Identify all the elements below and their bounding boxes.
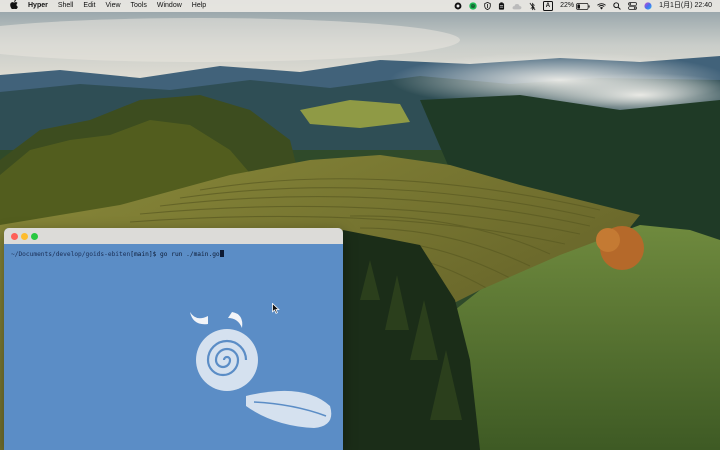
menu-shell[interactable]: Shell [58,0,74,12]
battery-percent: 22% [560,2,575,9]
menu-window[interactable]: Window [157,0,182,12]
terminal-window[interactable]: ~/Documents/develop/goids-ebiten[main]$ … [4,228,343,450]
snail-antenna-right [228,312,243,328]
zoom-window-button[interactable] [31,233,38,240]
siri-icon[interactable] [644,0,652,12]
battery-icon[interactable] [576,0,590,12]
wifi-icon[interactable] [597,0,606,12]
clock-date-time[interactable]: 1月1日(月) 22:40 [659,0,712,12]
menu-bar: Hyper Shell Edit View Tools Window Help … [0,0,720,12]
minimize-window-button[interactable] [21,233,28,240]
snail-mascot [190,312,332,428]
apple-icon[interactable] [10,0,18,13]
close-window-button[interactable] [11,233,18,240]
menu-app-name[interactable]: Hyper [28,0,48,12]
menu-help[interactable]: Help [192,0,206,12]
record-icon[interactable] [454,0,462,12]
window-titlebar[interactable] [4,228,343,244]
shield-icon[interactable] [484,0,491,12]
input-source-icon[interactable]: A [542,1,554,11]
cloud-icon[interactable] [512,0,522,12]
control-center-icon[interactable] [628,0,638,12]
snail-shell [196,329,258,391]
mouse-pointer-icon [272,303,280,314]
snail-body [246,390,332,428]
terminal-body[interactable]: ~/Documents/develop/goids-ebiten[main]$ … [4,244,343,450]
spotify-icon[interactable] [469,0,477,12]
snail-antenna-left [190,312,208,325]
clipboard-icon[interactable] [498,0,505,12]
menu-tools[interactable]: Tools [131,0,147,12]
search-icon[interactable] [613,0,621,12]
bluetooth-off-icon[interactable] [529,0,536,12]
menu-view[interactable]: View [105,0,120,12]
menu-edit[interactable]: Edit [83,0,95,12]
